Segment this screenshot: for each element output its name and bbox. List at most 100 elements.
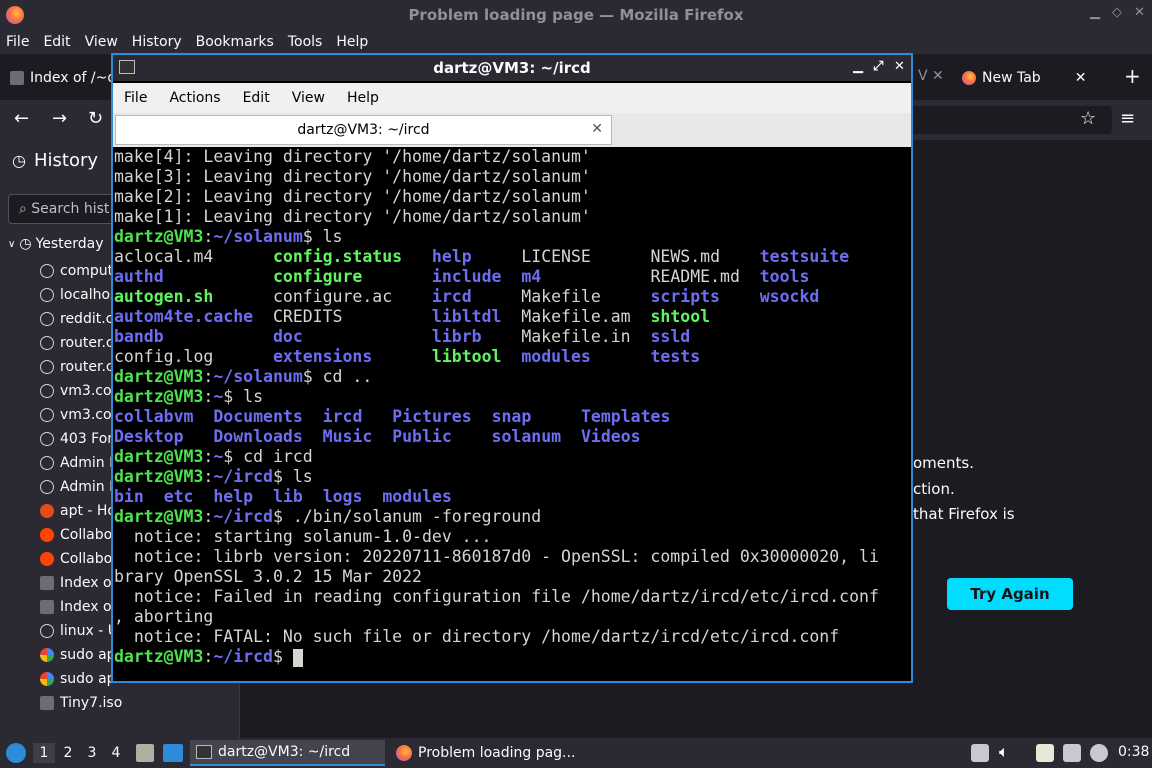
history-item-label: Admin F <box>60 455 118 471</box>
notifications-icon[interactable] <box>1090 744 1108 762</box>
menu-tools[interactable]: Tools <box>281 34 330 50</box>
terminal-line: Desktop Downloads Music Public solanum V… <box>114 427 910 447</box>
terminal-text: help <box>213 487 254 506</box>
globe-icon <box>40 384 54 398</box>
history-item[interactable]: Admin F <box>40 452 117 474</box>
history-item[interactable]: apt - Ho <box>40 500 116 522</box>
history-item[interactable]: Index o <box>40 572 112 594</box>
task-label: Problem loading pag... <box>418 745 576 761</box>
back-icon[interactable]: ← <box>14 108 29 129</box>
terminal-cursor <box>292 648 303 667</box>
term-menu-view[interactable]: View <box>281 90 336 106</box>
terminal-text: dartz@VM3 <box>114 387 204 406</box>
terminal-line: autogen.sh configure.ac ircd Makefile sc… <box>114 287 910 307</box>
history-item[interactable]: 403 For <box>40 428 113 450</box>
history-item-label: router.c <box>60 359 114 375</box>
history-group-yesterday[interactable]: ∨ ◷ Yesterday <box>8 236 104 252</box>
restore-icon[interactable]: ⤢ <box>873 59 883 74</box>
workspace-4[interactable]: 4 <box>105 743 127 763</box>
new-tab-icon[interactable]: + <box>1124 64 1141 88</box>
terminal-output[interactable]: make[4]: Leaving directory '/home/dartz/… <box>114 147 910 681</box>
menu-history[interactable]: History <box>125 34 189 50</box>
terminal-tab[interactable]: dartz@VM3: ~/ircd ✕ <box>115 115 612 145</box>
history-item[interactable]: localhos <box>40 284 117 306</box>
history-item[interactable]: vm3.co <box>40 404 112 426</box>
network-icon[interactable] <box>1063 744 1081 762</box>
terminal-text: $ ls <box>223 387 264 406</box>
volume-icon[interactable]: 🔈︎ <box>999 742 1009 762</box>
history-item[interactable]: Index o <box>40 596 112 618</box>
tab-new-tab[interactable]: New Tab ✕ <box>962 62 1086 94</box>
close-icon[interactable]: ✕ <box>894 59 905 74</box>
files-icon[interactable] <box>136 744 154 762</box>
menu-edit[interactable]: Edit <box>36 34 77 50</box>
menu-help[interactable]: Help <box>329 34 375 50</box>
terminal-line: authd configure include m4 README.md too… <box>114 267 910 287</box>
history-item[interactable]: Tiny7.iso <box>40 692 122 714</box>
menu-file[interactable]: File <box>0 34 36 50</box>
history-item[interactable]: Collabo <box>40 548 112 570</box>
history-item[interactable]: Admin F <box>40 476 117 498</box>
history-item[interactable]: vm3.co <box>40 380 112 402</box>
workspace-1[interactable]: 1 <box>33 743 55 763</box>
history-item[interactable]: reddit.c <box>40 308 113 330</box>
term-menu-actions[interactable]: Actions <box>158 90 231 106</box>
show-desktop-icon[interactable] <box>163 744 183 762</box>
hamburger-menu-icon[interactable]: ≡ <box>1120 108 1135 129</box>
try-again-button[interactable]: Try Again <box>947 578 1073 610</box>
history-item[interactable]: Collabo <box>40 524 112 546</box>
task-firefox[interactable]: Problem loading pag... <box>390 740 590 766</box>
reddit-icon <box>40 528 54 542</box>
firefox-titlebar[interactable]: Problem loading page — Mozilla Firefox ▁… <box>0 0 1152 30</box>
app-menu-icon[interactable] <box>6 743 26 763</box>
terminal-text: ~ <box>213 387 224 406</box>
bookmark-star-icon[interactable]: ☆ <box>1080 108 1096 129</box>
term-menu-help[interactable]: Help <box>336 90 390 106</box>
globe-icon <box>40 624 54 638</box>
terminal-line: dartz@VM3:~/ircd$ ./bin/solanum -foregro… <box>114 507 910 527</box>
maximize-icon[interactable]: ◇ <box>1112 5 1122 20</box>
tab-close-icon[interactable]: ✕ <box>1075 70 1087 86</box>
terminal-line: collabvm Documents ircd Pictures snap Te… <box>114 407 910 427</box>
google-icon <box>40 648 54 662</box>
history-item[interactable]: sudo ap <box>40 644 116 666</box>
history-item[interactable]: router.c <box>40 356 114 378</box>
terminal-text: make[1]: Leaving directory '/home/dartz/… <box>114 207 591 226</box>
task-terminal[interactable]: dartz@VM3: ~/ircd <box>190 740 385 766</box>
tab-close-icon[interactable]: ✕ <box>591 121 603 137</box>
term-menu-file[interactable]: File <box>113 90 158 106</box>
term-menu-edit[interactable]: Edit <box>232 90 281 106</box>
terminal-text: config.log <box>114 347 273 366</box>
history-item[interactable]: comput <box>40 260 113 282</box>
minimize-icon[interactable]: ▁ <box>1090 5 1100 20</box>
terminal-text: brary OpenSSL 3.0.2 15 Mar 2022 <box>114 567 422 586</box>
menu-bookmarks[interactable]: Bookmarks <box>189 34 281 50</box>
history-item[interactable]: linux - U <box>40 620 118 642</box>
minimize-icon[interactable]: ▁ <box>853 59 863 74</box>
history-item[interactable]: router.c <box>40 332 114 354</box>
workspace-2[interactable]: 2 <box>57 743 79 763</box>
notes-icon[interactable] <box>1036 744 1054 762</box>
forward-icon[interactable]: → <box>52 108 67 129</box>
url-bar[interactable] <box>880 106 1112 134</box>
terminal-titlebar[interactable]: dartz@VM3: ~/ircd ▁ ⤢ ✕ <box>113 55 911 81</box>
close-icon[interactable]: ✕ <box>1134 5 1145 20</box>
terminal-text: bin <box>114 487 144 506</box>
history-item-label: Admin F <box>60 479 118 495</box>
history-item[interactable]: sudo ap <box>40 668 116 690</box>
search-placeholder: Search hist <box>31 201 110 217</box>
firefox-logo-icon <box>962 71 976 85</box>
clipboard-icon[interactable] <box>971 744 989 762</box>
tab-index[interactable]: Index of /~d <box>10 62 116 94</box>
reload-icon[interactable]: ↻ <box>88 108 103 129</box>
terminal-text: Public <box>392 427 452 446</box>
error-text-line: ction. <box>913 480 955 498</box>
clock-icon: ◷ <box>12 151 26 170</box>
google-icon <box>40 672 54 686</box>
tab-close-icon[interactable]: V ✕ <box>918 68 944 84</box>
terminal-menubar: File Actions Edit View Help <box>113 83 911 113</box>
menu-view[interactable]: View <box>78 34 125 50</box>
workspace-3[interactable]: 3 <box>81 743 103 763</box>
history-item-label: linux - U <box>60 623 119 639</box>
